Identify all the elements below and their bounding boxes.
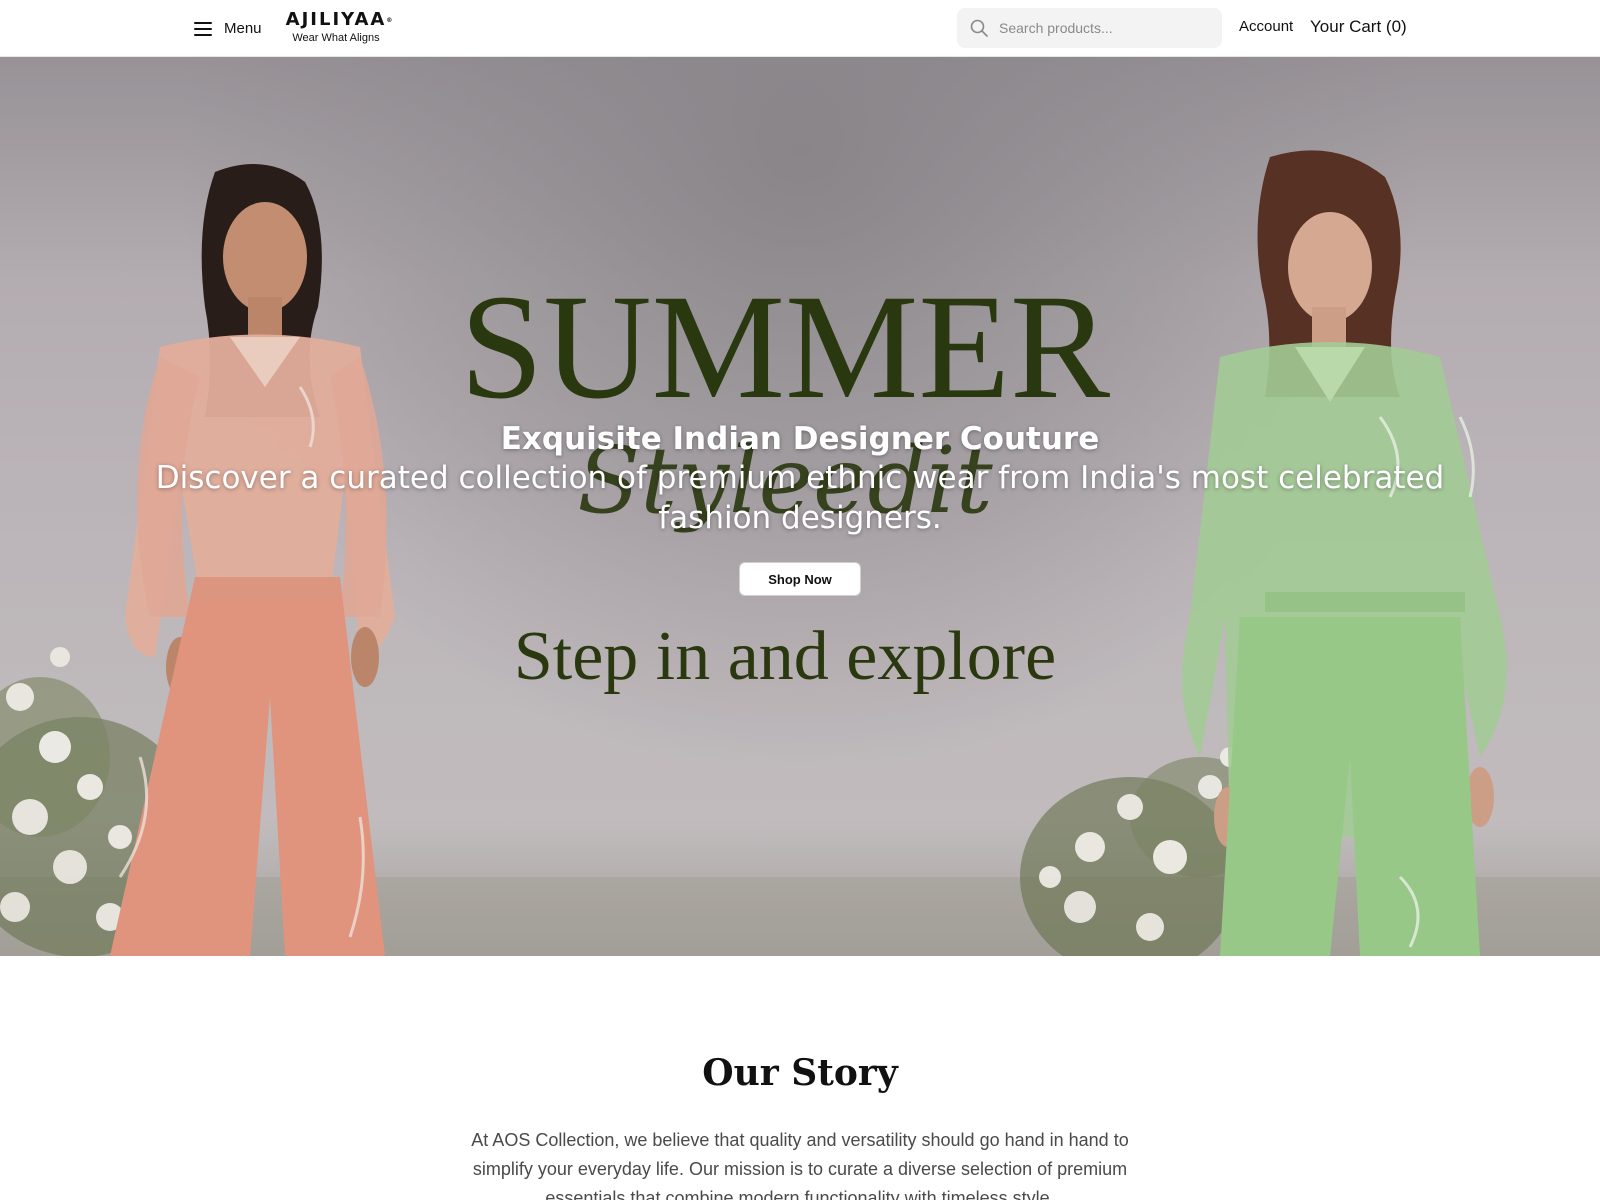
- hero-heading: Exquisite Indian Designer Couture: [500, 421, 1100, 457]
- logo-tagline: Wear What Aligns: [292, 32, 380, 44]
- logo-brand: AJILIYAA®: [285, 9, 393, 30]
- menu-button[interactable]: Menu: [194, 16, 262, 40]
- cart-link[interactable]: Your Cart (0): [1310, 17, 1407, 37]
- search-input[interactable]: [999, 20, 1219, 36]
- search-icon: [970, 19, 988, 37]
- shop-now-button[interactable]: Shop Now: [739, 562, 861, 596]
- site-header: Menu AJILIYAA® Wear What Aligns Account …: [0, 0, 1600, 57]
- menu-label: Menu: [224, 19, 262, 37]
- hamburger-icon: [194, 20, 214, 36]
- story-title: Our Story: [702, 1052, 898, 1094]
- hero-subheading: Discover a curated collection of premium…: [155, 460, 1445, 536]
- search-bar[interactable]: [957, 8, 1222, 48]
- hero-banner: SUMMER Styleedit Step in and explore Exq…: [0, 57, 1600, 956]
- story-text: At AOS Collection, we believe that quali…: [471, 1130, 1129, 1200]
- site-logo[interactable]: AJILIYAA® Wear What Aligns: [279, 9, 399, 45]
- account-link[interactable]: Account: [1239, 18, 1293, 35]
- our-story-section: Our Story At AOS Collection, we believe …: [0, 956, 1600, 1200]
